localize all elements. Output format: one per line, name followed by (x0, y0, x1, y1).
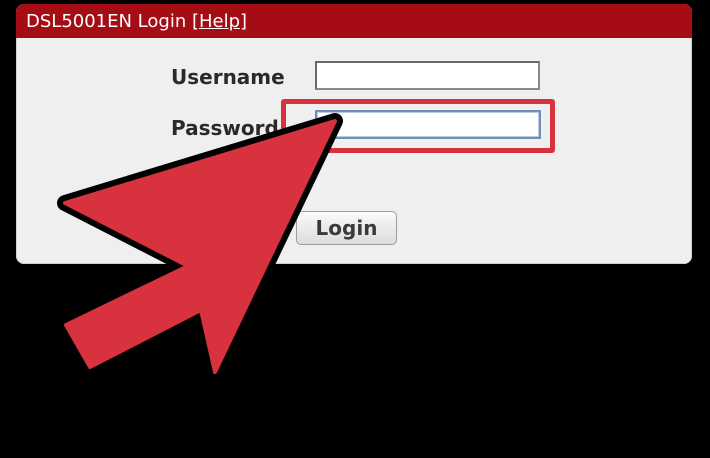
password-label: Password (171, 116, 279, 140)
login-header: DSL5001EN Login [Help] (16, 4, 692, 38)
username-input[interactable] (315, 61, 540, 90)
screenshot-stage: DSL5001EN Login [Help] Username Password… (0, 0, 710, 458)
help-link[interactable]: [Help] (192, 11, 247, 32)
password-input[interactable] (315, 110, 541, 139)
header-title-row: DSL5001EN Login [Help] (26, 12, 247, 32)
username-label: Username (171, 65, 285, 89)
login-button[interactable]: Login (296, 211, 397, 245)
page-title: DSL5001EN Login (26, 11, 187, 32)
login-panel: DSL5001EN Login [Help] Username Password… (16, 4, 692, 264)
